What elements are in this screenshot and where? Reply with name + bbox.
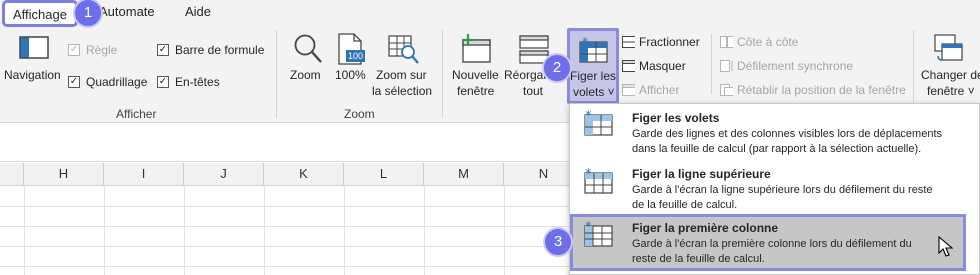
afficher-button[interactable]: Afficher [639, 83, 679, 97]
fractionner-button[interactable]: Fractionner [639, 35, 700, 49]
group-separator [442, 30, 443, 118]
step-badge-3: 3 [543, 227, 573, 257]
zoom-selection-icon [388, 35, 419, 64]
tab-affichage[interactable]: Affichage [2, 0, 78, 27]
side-by-side-icon [720, 36, 733, 48]
mouse-cursor-icon [938, 236, 954, 257]
unhide-icon [622, 84, 635, 96]
zoom-selection-label-1: Zoom sur [376, 68, 427, 82]
zoom-label: Zoom [290, 68, 321, 82]
navigation-pane-icon [19, 36, 49, 59]
regle-label: Règle [86, 43, 118, 57]
column-gridline [24, 186, 25, 275]
en-tetes-label: En-têtes [175, 75, 220, 89]
zoom-100-label: 100% [335, 68, 366, 82]
freeze-panes-icon: * [579, 37, 608, 63]
freeze-top-row-icon: * [584, 168, 613, 194]
nouvelle-fenetre-label-2: fenêtre [457, 84, 495, 98]
zoom-100-icon: 100 [338, 33, 365, 65]
quadrillage-label: Quadrillage [86, 75, 148, 89]
en-tetes-checkbox[interactable]: ✓ [157, 76, 169, 88]
column-gridline [184, 186, 185, 275]
freeze-first-column-icon: * [584, 221, 613, 247]
magnifier-icon [294, 34, 322, 63]
svg-text:*: * [585, 221, 592, 235]
group-separator [711, 34, 712, 94]
menu-item-desc-line2: de la feuille de calcul. [632, 199, 738, 211]
cote-a-cote-button[interactable]: Côte à côte [737, 35, 798, 49]
menu-item-figer-ligne[interactable]: * Figer la ligne supérieure Garde à l'éc… [570, 162, 979, 214]
column-header[interactable]: L [344, 163, 424, 186]
svg-text:*: * [585, 110, 592, 124]
column-gridline [424, 186, 425, 275]
menu-item-figer-volets[interactable]: * Figer les volets Garde des lignes et d… [570, 106, 979, 160]
ribbon-tab-bar: Affichage Automate Aide [0, 0, 980, 27]
barre-formule-checkbox[interactable]: ✓ [157, 44, 169, 56]
tab-aide[interactable]: Aide [185, 4, 211, 19]
regle-checkbox[interactable]: ✓ [68, 44, 80, 56]
freeze-panes-icon: * [584, 110, 613, 136]
tab-automate[interactable]: Automate [99, 4, 155, 19]
figer-volets-button[interactable]: * Figer les volets ˅ [567, 28, 619, 104]
column-header[interactable]: I [104, 163, 184, 186]
menu-item-title: Figer les volets [632, 111, 720, 125]
defilement-synchrone-button[interactable]: Défilement synchrone [737, 59, 853, 73]
zoom-100-icon-text: 100 [348, 51, 363, 61]
column-header[interactable]: K [264, 163, 344, 186]
menu-item-figer-colonne[interactable]: * Figer la première colonne Garde à l'éc… [570, 214, 966, 271]
nouvelle-fenetre-label-1: Nouvelle [452, 68, 499, 82]
menu-edge [968, 214, 979, 274]
menu-item-desc-line1: Garde à l'écran la première colonne lors… [632, 238, 912, 250]
navigation-label: Navigation [4, 68, 61, 82]
column-gridline [104, 186, 105, 275]
menu-item-desc-line2: reste de la feuille de calcul. [632, 253, 765, 265]
changer-fenetre-label-1: Changer de [921, 68, 980, 82]
menu-item-desc-line2: dans la feuille de calcul (par rapport à… [632, 143, 922, 155]
zoom-selection-label-2: la sélection [372, 84, 433, 98]
menu-item-title: Figer la première colonne [632, 221, 779, 235]
column-header[interactable]: H [24, 163, 104, 186]
switch-windows-icon [934, 34, 963, 61]
figer-volets-menu: * Figer les volets Garde des lignes et d… [569, 103, 980, 275]
group-separator [276, 30, 277, 118]
reset-position-icon [720, 84, 733, 96]
menu-item-desc-line1: Garde à l'écran la ligne supérieure lors… [632, 184, 933, 196]
column-gridline [344, 186, 345, 275]
column-gridline [504, 186, 505, 275]
new-window-icon [462, 34, 491, 63]
barre-formule-label: Barre de formule [175, 43, 265, 57]
column-gridline [264, 186, 265, 275]
hide-icon [622, 60, 635, 72]
retablir-position-button[interactable]: Rétablir la position de la fenêtre [737, 83, 906, 97]
column-header-partial[interactable] [0, 163, 24, 186]
reorganiser-label-2: tout [523, 84, 544, 98]
quadrillage-checkbox[interactable]: ✓ [68, 76, 80, 88]
sync-scroll-icon [720, 60, 733, 72]
changer-fenetre-label-2: fenêtre ˅ [927, 84, 975, 98]
menu-item-desc-line1: Garde des lignes et des colonnes visible… [632, 128, 943, 140]
masquer-button[interactable]: Masquer [639, 59, 686, 73]
menu-item-title: Figer la ligne supérieure [632, 167, 771, 181]
figer-volets-label-1: Figer les [570, 69, 617, 83]
group-afficher-label: Afficher [116, 107, 157, 121]
split-icon [622, 36, 635, 48]
column-header[interactable]: M [424, 163, 504, 186]
svg-text:*: * [585, 168, 592, 182]
group-zoom-label: Zoom [344, 107, 375, 121]
svg-text:*: * [582, 37, 588, 49]
column-header[interactable]: J [184, 163, 264, 186]
step-badge-2: 2 [542, 53, 572, 83]
figer-volets-label-2: volets ˅ [573, 85, 615, 99]
